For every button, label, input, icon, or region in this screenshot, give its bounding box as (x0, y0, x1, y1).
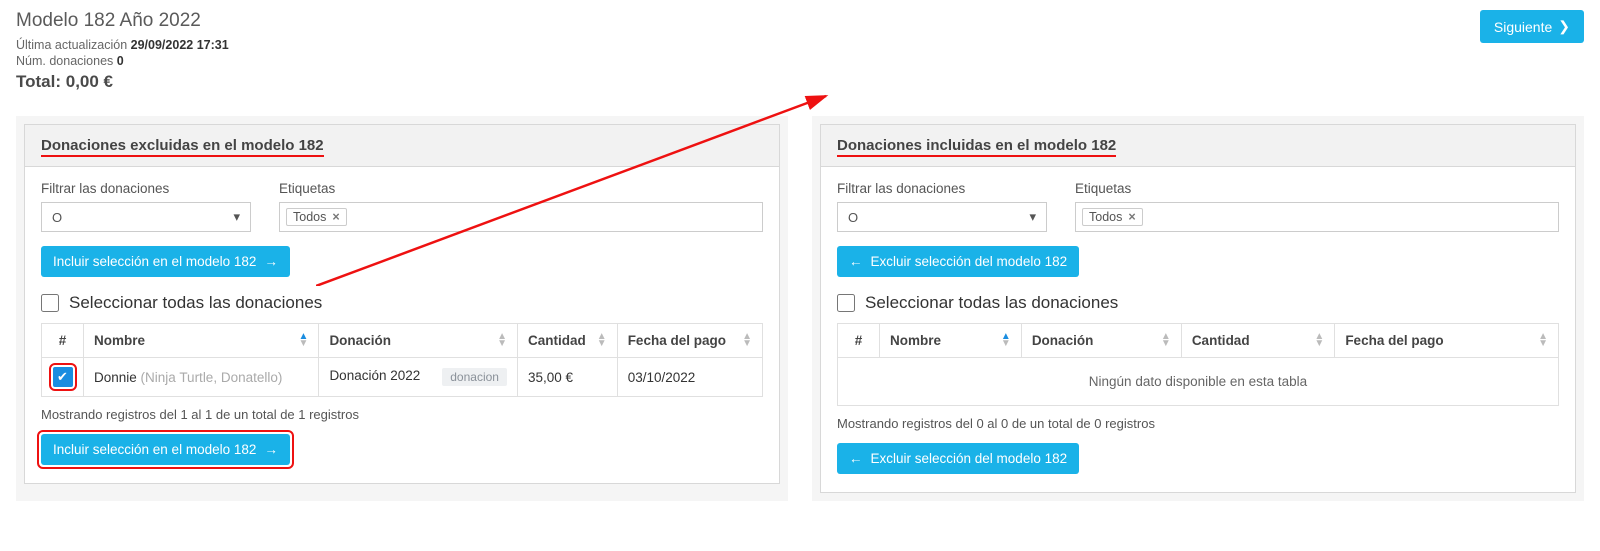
included-table: # Nombre ▲▼ Donación ▲▼ Cantidad ▲▼ (837, 323, 1559, 406)
last-update-label: Última actualización (16, 38, 127, 52)
exclude-selection-label: Excluir selección del modelo 182 (871, 254, 1068, 269)
col-hash[interactable]: # (42, 324, 84, 358)
arrow-right-icon: → (264, 442, 278, 457)
caret-down-icon: ▾ (233, 209, 240, 225)
col-payment-date[interactable]: Fecha del pago ▲▼ (617, 324, 762, 358)
sort-icon: ▲▼ (1161, 333, 1171, 347)
exclude-selection-button-bottom[interactable]: ← Excluir selección del modelo 182 (837, 443, 1079, 474)
row-donation-badge: donacion (442, 368, 507, 386)
col-donation[interactable]: Donación ▲▼ (319, 324, 518, 358)
include-selection-label: Incluir selección en el modelo 182 (53, 254, 256, 269)
next-button[interactable]: Siguiente ❯ (1480, 10, 1584, 43)
col-name-label: Nombre (94, 333, 145, 348)
sort-icon: ▲▼ (597, 333, 607, 347)
col-name[interactable]: Nombre ▲▼ (84, 324, 319, 358)
select-all-label[interactable]: Seleccionar todas las donaciones (69, 293, 322, 313)
empty-text: Ningún dato disponible en esta tabla (838, 358, 1559, 406)
sort-icon: ▲▼ (497, 333, 507, 347)
col-donation[interactable]: Donación ▲▼ (1021, 324, 1181, 358)
col-donation-label: Donación (329, 333, 391, 348)
row-checkbox[interactable]: ✔ (53, 367, 73, 387)
tag-chip[interactable]: Todos × (286, 208, 347, 226)
col-payment-date-label: Fecha del pago (628, 333, 726, 348)
select-all-label[interactable]: Seleccionar todas las donaciones (865, 293, 1118, 313)
included-panel-title: Donaciones incluidas en el modelo 182 (837, 137, 1116, 155)
tags-input[interactable]: Todos × (1075, 202, 1559, 232)
row-name: Donnie (94, 370, 137, 385)
caret-down-icon: ▾ (1029, 209, 1036, 225)
next-button-label: Siguiente (1494, 19, 1552, 35)
cell-name: Donnie (Ninja Turtle, Donatello) (84, 358, 319, 397)
include-selection-label: Incluir selección en el modelo 182 (53, 442, 256, 457)
col-name-label: Nombre (890, 333, 941, 348)
tag-chip-label: Todos (1089, 210, 1122, 224)
tags-label: Etiquetas (279, 181, 763, 196)
tags-input[interactable]: Todos × (279, 202, 763, 232)
excluded-panel-title: Donaciones excluidas en el modelo 182 (41, 137, 324, 155)
col-amount[interactable]: Cantidad ▲▼ (1181, 324, 1335, 358)
num-donations-label: Núm. donaciones (16, 54, 113, 68)
total-value: 0,00 € (66, 72, 113, 91)
chevron-right-icon: ❯ (1558, 18, 1570, 35)
col-amount[interactable]: Cantidad ▲▼ (517, 324, 617, 358)
arrow-left-icon: ← (849, 451, 863, 466)
tag-chip[interactable]: Todos × (1082, 208, 1143, 226)
included-panel-header: Donaciones incluidas en el modelo 182 (821, 125, 1575, 167)
row-name-sub: (Ninja Turtle, Donatello) (141, 370, 283, 385)
tags-label: Etiquetas (1075, 181, 1559, 196)
num-donations-value: 0 (117, 54, 124, 68)
included-panel: Donaciones incluidas en el modelo 182 Fi… (820, 124, 1576, 493)
excluded-panel: Donaciones excluidas en el modelo 182 Fi… (24, 124, 780, 484)
sort-icon: ▲▼ (1001, 333, 1011, 347)
col-payment-date-label: Fecha del pago (1345, 333, 1443, 348)
cell-date: 03/10/2022 (617, 358, 762, 397)
row-donation: Donación 2022 (329, 368, 420, 383)
col-donation-label: Donación (1032, 333, 1094, 348)
arrow-right-icon: → (264, 254, 278, 269)
arrow-left-icon: ← (849, 254, 863, 269)
total-label: Total: (16, 72, 61, 91)
page-title: Modelo 182 Año 2022 (16, 10, 229, 32)
total: Total: 0,00 € (16, 72, 229, 92)
tag-remove-icon[interactable]: × (332, 210, 339, 224)
sort-icon: ▲▼ (1314, 333, 1324, 347)
col-payment-date[interactable]: Fecha del pago ▲▼ (1335, 324, 1559, 358)
last-update-value: 29/09/2022 17:31 (131, 38, 229, 52)
table-row[interactable]: ✔ Donnie (Ninja Turtle, Donatello) Donac… (42, 358, 763, 397)
filter-donations-label: Filtrar las donaciones (837, 181, 1047, 196)
filter-donations-label: Filtrar las donaciones (41, 181, 251, 196)
select-all-checkbox[interactable] (41, 294, 59, 312)
select-all-checkbox[interactable] (837, 294, 855, 312)
table-info: Mostrando registros del 0 al 0 de un tot… (837, 416, 1559, 431)
tag-remove-icon[interactable]: × (1128, 210, 1135, 224)
sort-icon: ▲▼ (742, 333, 752, 347)
filter-donations-select[interactable]: O ▾ (41, 202, 251, 232)
filter-donations-value: O (52, 210, 62, 225)
filter-donations-value: O (848, 210, 858, 225)
col-amount-label: Cantidad (1192, 333, 1250, 348)
excluded-panel-header: Donaciones excluidas en el modelo 182 (25, 125, 779, 167)
empty-row: Ningún dato disponible en esta tabla (838, 358, 1559, 406)
col-amount-label: Cantidad (528, 333, 586, 348)
include-selection-button-top[interactable]: Incluir selección en el modelo 182 → (41, 246, 290, 277)
col-name[interactable]: Nombre ▲▼ (880, 324, 1022, 358)
num-donations: Núm. donaciones 0 (16, 54, 229, 68)
last-update: Última actualización 29/09/2022 17:31 (16, 38, 229, 52)
filter-donations-select[interactable]: O ▾ (837, 202, 1047, 232)
exclude-selection-label: Excluir selección del modelo 182 (871, 451, 1068, 466)
tag-chip-label: Todos (293, 210, 326, 224)
sort-icon: ▲▼ (1538, 333, 1548, 347)
exclude-selection-button-top[interactable]: ← Excluir selección del modelo 182 (837, 246, 1079, 277)
col-hash[interactable]: # (838, 324, 880, 358)
include-selection-button-bottom[interactable]: Incluir selección en el modelo 182 → (41, 434, 290, 465)
table-info: Mostrando registros del 1 al 1 de un tot… (41, 407, 763, 422)
sort-icon: ▲▼ (299, 333, 309, 347)
cell-amount: 35,00 € (517, 358, 617, 397)
cell-donation: Donación 2022 donacion (319, 358, 518, 397)
excluded-table: # Nombre ▲▼ Donación ▲▼ Cantidad ▲▼ (41, 323, 763, 397)
